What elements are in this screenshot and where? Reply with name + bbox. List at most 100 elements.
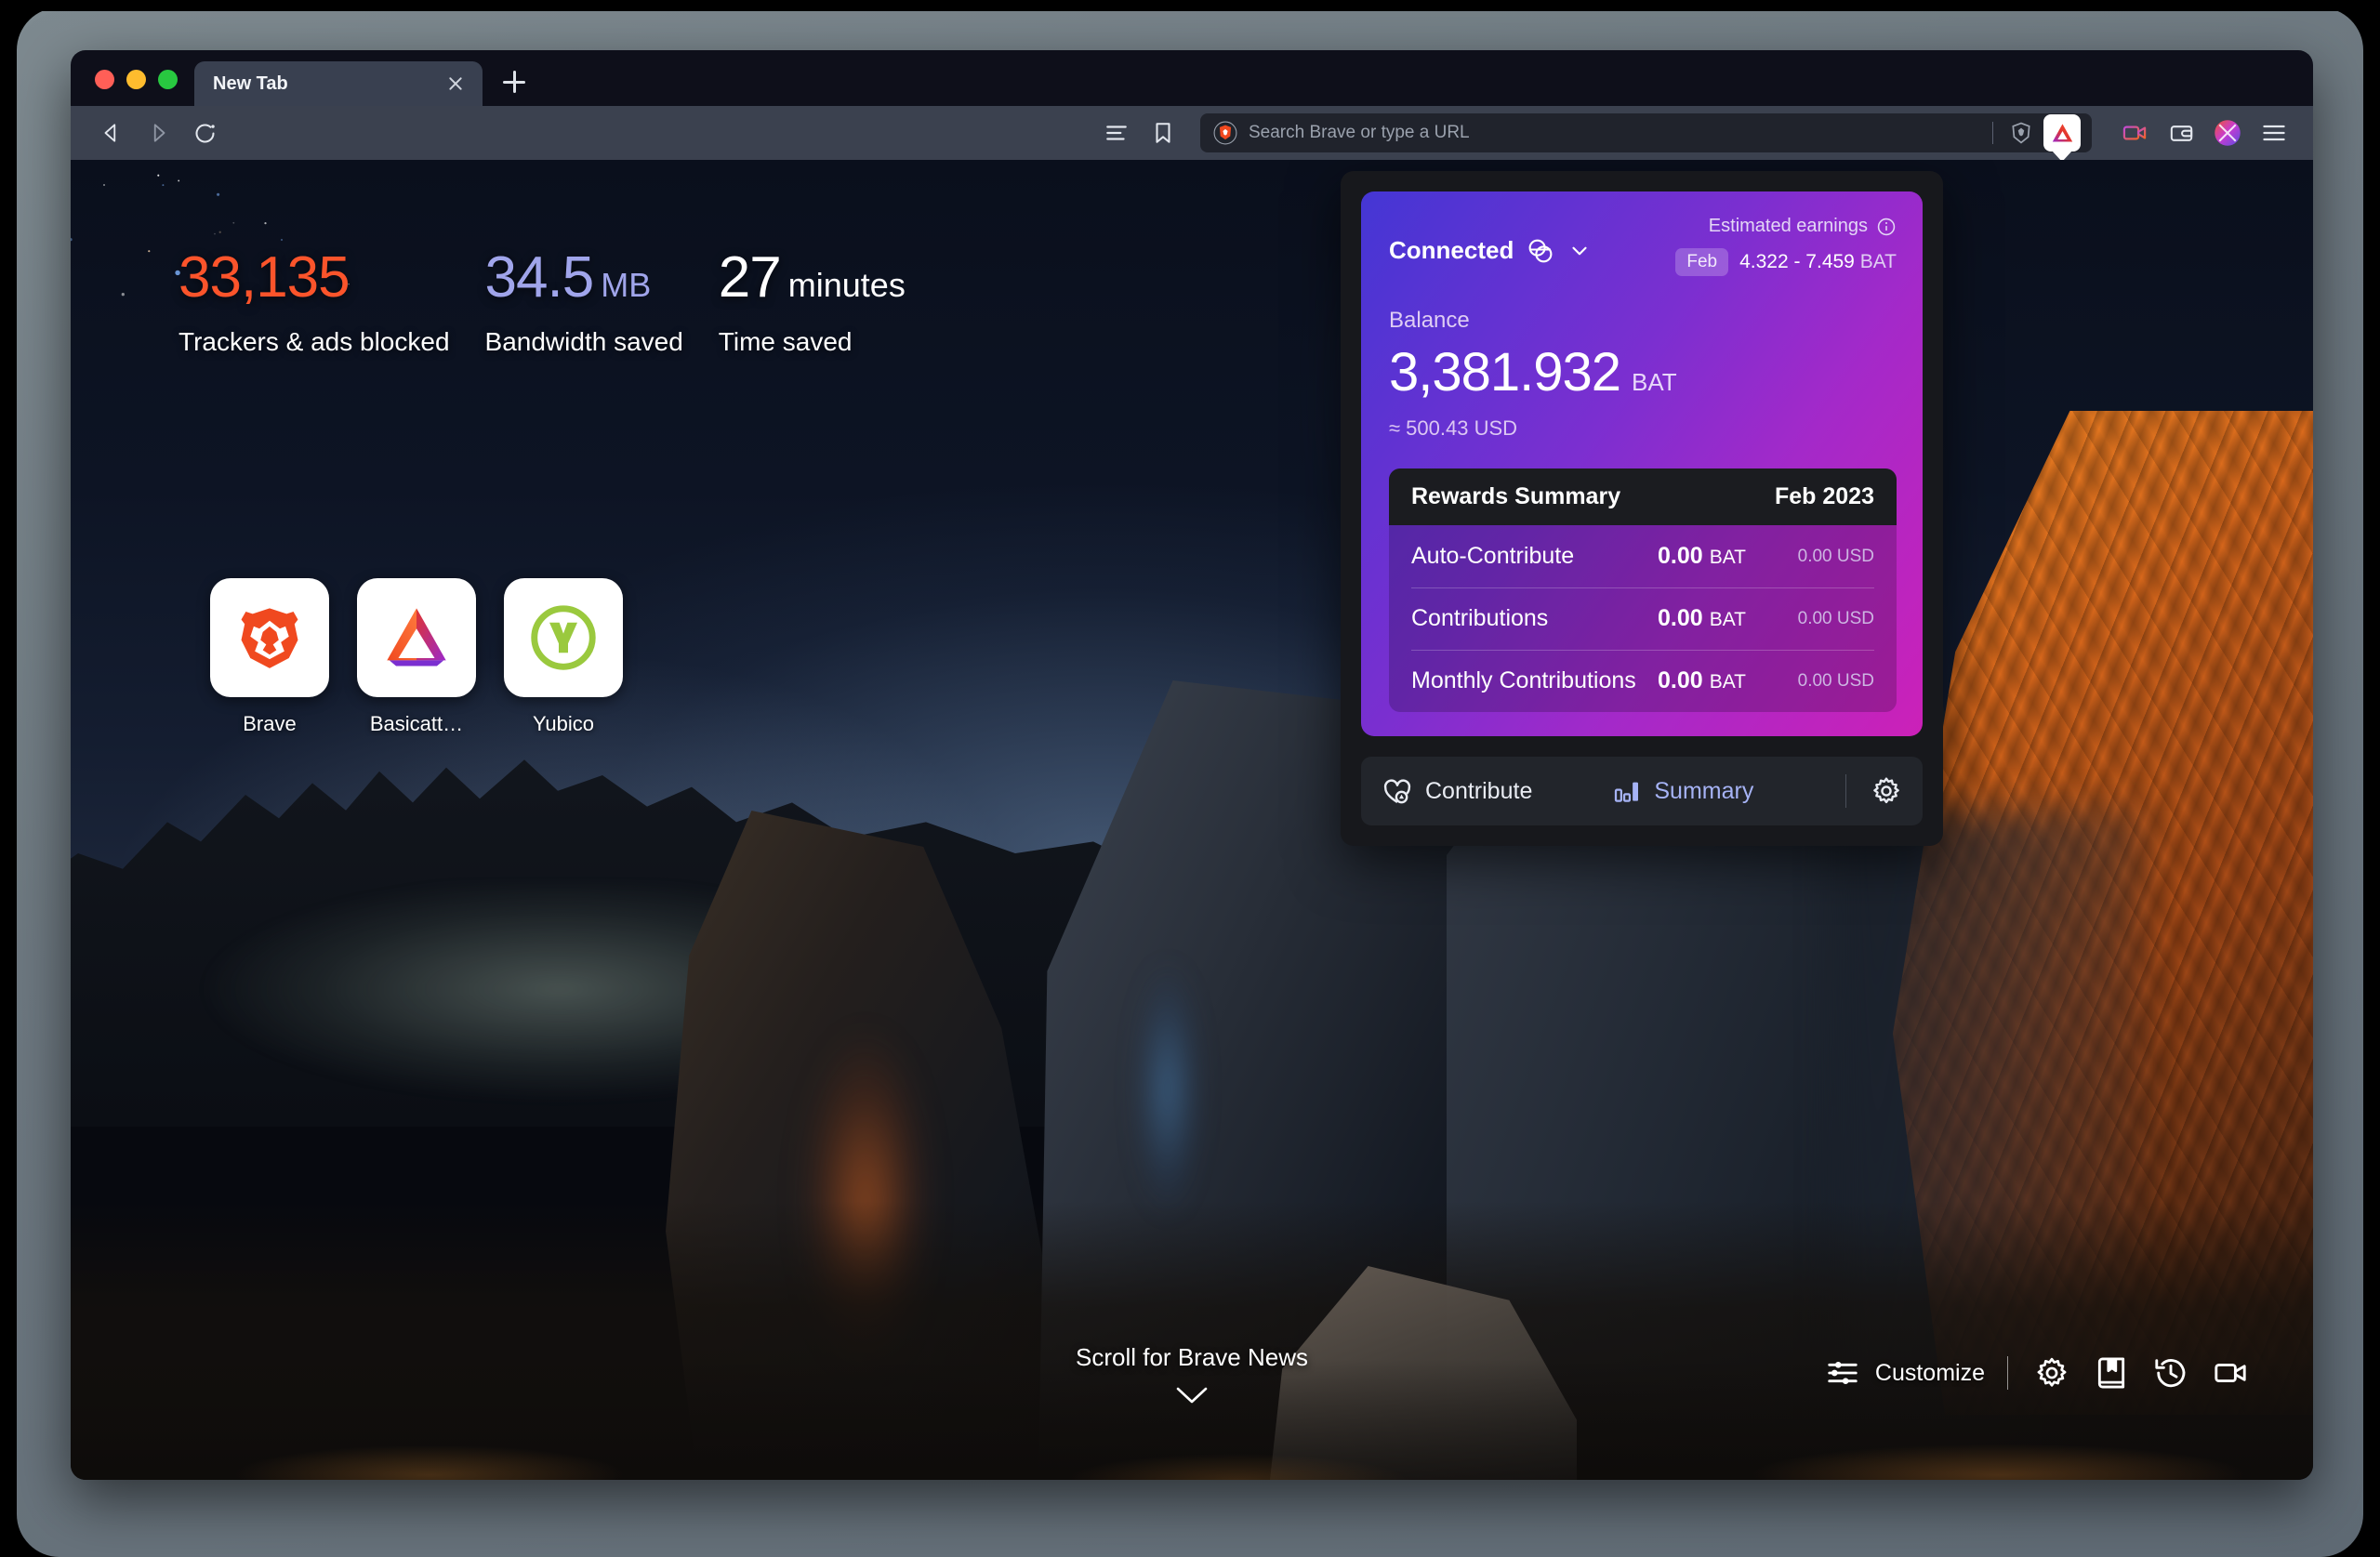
- background-image: [71, 160, 2313, 1480]
- estimated-earnings-title: Estimated earnings: [1675, 216, 1897, 237]
- tile-icon-box: [357, 578, 476, 697]
- video-camera-icon[interactable]: [2209, 1352, 2252, 1394]
- scroll-hint-label: Scroll for Brave News: [1076, 1343, 1308, 1371]
- back-button[interactable]: [91, 112, 132, 153]
- balance-unit: BAT: [1632, 368, 1677, 396]
- top-site-label: Brave: [243, 712, 297, 735]
- newtab-controls: Customize: [1825, 1352, 2252, 1394]
- brave-shields-icon[interactable]: [2003, 114, 2040, 152]
- sliders-icon: [1828, 1361, 1858, 1385]
- rewards-summary-header: Rewards Summary Feb 2023: [1389, 468, 1897, 525]
- new-tab-page: 33,135 Trackers & ads blocked 34.5 MB Ba…: [71, 160, 2313, 1480]
- tab-strip: New Tab: [71, 50, 2313, 106]
- browser-toolbar: Search Brave or type a URL: [71, 106, 2313, 160]
- controls-divider: [2007, 1356, 2008, 1390]
- summary-row-bat-unit: BAT: [1709, 671, 1746, 693]
- settings-gear-icon[interactable]: [2030, 1352, 2073, 1394]
- summary-row-usd: 0.00 USD: [1797, 608, 1874, 628]
- summary-row-bat-unit: BAT: [1709, 547, 1746, 568]
- rewards-summary-title: Rewards Summary: [1411, 483, 1621, 509]
- tab-title: New Tab: [213, 73, 288, 94]
- top-site-brave[interactable]: Brave: [210, 578, 329, 736]
- summary-row-usd: 0.00 USD: [1797, 546, 1874, 566]
- reading-list-icon[interactable]: [1098, 114, 1135, 152]
- tile-icon-box: [504, 578, 623, 697]
- brave-rewards-panel: Connected Estimated earnings Feb 4.322 -…: [1341, 171, 1943, 846]
- brave-rewards-icon[interactable]: [2043, 114, 2081, 152]
- action-bar-divider: [1845, 774, 1846, 808]
- rewards-card-header: Connected Estimated earnings Feb 4.322 -…: [1389, 216, 1897, 276]
- privacy-stats: 33,135 Trackers & ads blocked 34.5 MB Ba…: [178, 249, 941, 357]
- summary-row-label: Contributions: [1411, 605, 1549, 631]
- gear-icon: [1873, 777, 1899, 804]
- bookmarks-book-icon[interactable]: [2090, 1352, 2133, 1394]
- summary-row-bat-value: 0.00: [1658, 605, 1703, 631]
- top-site-basicattention[interactable]: Basicatt…: [357, 578, 476, 736]
- stat-unit: minutes: [787, 266, 906, 304]
- new-tab-button[interactable]: [494, 61, 535, 102]
- bar-chart-icon: [1615, 782, 1639, 802]
- summary-button[interactable]: Summary: [1612, 776, 1753, 806]
- browser-menu-icon[interactable]: [2255, 114, 2293, 152]
- tab-new-tab[interactable]: New Tab: [194, 61, 483, 106]
- history-clock-icon[interactable]: [2149, 1352, 2192, 1394]
- gemini-icon: [1528, 239, 1553, 262]
- address-bar-placeholder: Search Brave or type a URL: [1249, 123, 1470, 142]
- customize-label: Customize: [1874, 1359, 1985, 1386]
- estimated-earnings-label: Estimated earnings: [1708, 216, 1868, 236]
- stat-label: Time saved: [718, 327, 853, 356]
- forward-button[interactable]: [138, 112, 178, 153]
- close-tab-icon[interactable]: [443, 72, 468, 96]
- video-call-icon[interactable]: [2116, 114, 2153, 152]
- yubico-y-icon: [531, 605, 596, 670]
- bat-triangle-icon: [387, 608, 446, 666]
- info-icon[interactable]: [1876, 217, 1897, 237]
- rewards-summary-box: Rewards Summary Feb 2023 Auto-Contribute…: [1389, 468, 1897, 712]
- rewards-balance-card: Connected Estimated earnings Feb 4.322 -…: [1361, 191, 1923, 736]
- stat-time-saved: 27 minutes Time saved: [719, 249, 906, 357]
- chevron-down-icon[interactable]: [1567, 239, 1592, 263]
- rewards-summary-period: Feb 2023: [1774, 483, 1874, 509]
- reload-button[interactable]: [184, 112, 225, 153]
- brave-lion-icon: [241, 608, 298, 668]
- contribute-button[interactable]: Contribute: [1382, 775, 1532, 807]
- scroll-down-chevron-icon[interactable]: [1076, 1383, 1308, 1407]
- stat-label: Trackers & ads blocked: [178, 327, 450, 356]
- earnings-range: 4.322 - 7.459 BAT: [1739, 251, 1897, 273]
- address-bar[interactable]: Search Brave or type a URL: [1200, 113, 2092, 152]
- estimated-earnings-value-row: Feb 4.322 - 7.459 BAT: [1675, 248, 1897, 276]
- top-sites: Brave Basicatt… Yubico: [210, 578, 623, 736]
- summary-row-bat: 0.00 BAT: [1658, 667, 1746, 694]
- balance-usd-equivalent: ≈ 500.43 USD: [1389, 416, 1518, 440]
- summary-row-bat: 0.00 BAT: [1658, 543, 1746, 570]
- summary-row-label: Auto-Contribute: [1411, 543, 1575, 569]
- bookmark-icon[interactable]: [1144, 114, 1182, 152]
- close-window-button[interactable]: [95, 70, 114, 89]
- summary-row-bat-unit: BAT: [1709, 609, 1746, 630]
- stat-bandwidth-saved: 34.5 MB Bandwidth saved: [485, 249, 683, 357]
- wallet-icon[interactable]: [2162, 114, 2200, 152]
- summary-row-contributions: Contributions 0.00 BAT 0.00 USD: [1389, 587, 1897, 650]
- rewards-settings-button[interactable]: [1871, 775, 1902, 807]
- summary-row-monthly-contributions: Monthly Contributions 0.00 BAT 0.00 USD: [1389, 650, 1897, 712]
- connection-status-label: Connected: [1389, 236, 1514, 264]
- stat-value: 33,135: [178, 245, 350, 310]
- earnings-range-unit: BAT: [1859, 251, 1897, 272]
- customize-button[interactable]: Customize: [1825, 1355, 1985, 1391]
- balance-amount: 3,381.932: [1389, 342, 1621, 402]
- connection-status-button[interactable]: Connected: [1389, 236, 1592, 265]
- toolbar-right-icons: [2116, 114, 2293, 152]
- profile-avatar[interactable]: [2209, 114, 2246, 152]
- stat-trackers-blocked: 33,135 Trackers & ads blocked: [178, 249, 450, 357]
- balance-label: Balance: [1389, 308, 1470, 333]
- maximize-window-button[interactable]: [158, 70, 178, 89]
- brave-news-scroll-hint[interactable]: Scroll for Brave News: [1076, 1343, 1308, 1407]
- contribute-label: Contribute: [1425, 777, 1533, 804]
- summary-row-usd: 0.00 USD: [1797, 670, 1874, 691]
- estimated-earnings-block: Estimated earnings Feb 4.322 - 7.459 BAT: [1675, 216, 1897, 276]
- top-site-yubico[interactable]: Yubico: [504, 578, 623, 736]
- stat-value: 27: [718, 245, 782, 310]
- summary-row-label: Monthly Contributions: [1411, 667, 1636, 693]
- minimize-window-button[interactable]: [126, 70, 146, 89]
- stat-unit: MB: [601, 266, 652, 304]
